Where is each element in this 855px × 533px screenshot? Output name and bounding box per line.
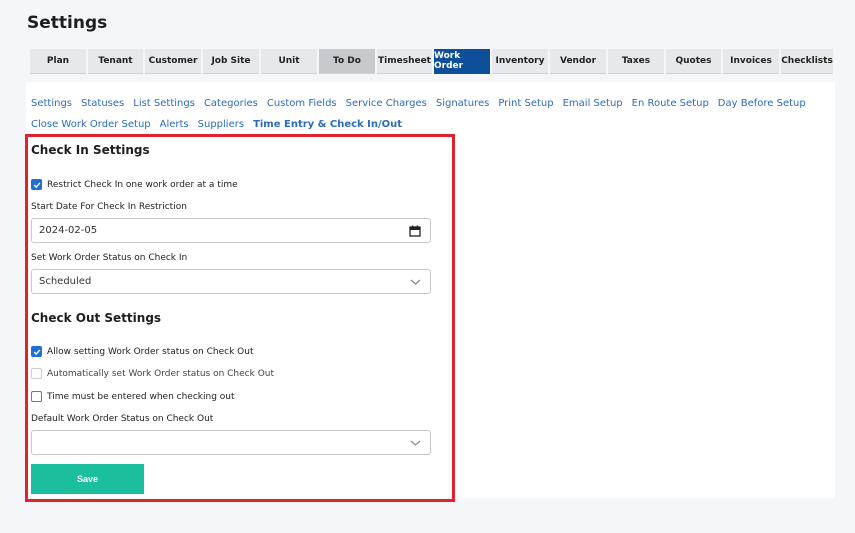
start-date-label: Start Date For Check In Restriction bbox=[31, 202, 187, 212]
main-tabs: Plan Tenant Customer Job Site Unit To Do… bbox=[30, 49, 833, 74]
subnav-settings[interactable]: Settings bbox=[31, 98, 72, 109]
tab-timesheet[interactable]: Timesheet bbox=[377, 49, 432, 74]
start-date-value: 2024-02-05 bbox=[39, 225, 98, 236]
allow-status-checkbox[interactable] bbox=[31, 346, 42, 357]
default-status-select[interactable] bbox=[31, 430, 431, 455]
subnav-signatures[interactable]: Signatures bbox=[436, 98, 489, 109]
subnav-day-before-setup[interactable]: Day Before Setup bbox=[718, 98, 806, 109]
subnav-en-route-setup[interactable]: En Route Setup bbox=[632, 98, 709, 109]
check-in-heading: Check In Settings bbox=[31, 143, 150, 157]
tab-plan[interactable]: Plan bbox=[30, 49, 86, 74]
subnav-suppliers[interactable]: Suppliers bbox=[198, 119, 244, 130]
tab-invoices[interactable]: Invoices bbox=[723, 49, 779, 74]
subnav-time-entry-check-in-out[interactable]: Time Entry & Check In/Out bbox=[253, 119, 402, 130]
page-title: Settings bbox=[27, 13, 108, 33]
tab-to-do[interactable]: To Do bbox=[319, 49, 375, 74]
tab-quotes[interactable]: Quotes bbox=[666, 49, 721, 74]
tab-inventory[interactable]: Inventory bbox=[492, 49, 548, 74]
calendar-icon[interactable] bbox=[409, 225, 421, 237]
subnav-close-work-order-setup[interactable]: Close Work Order Setup bbox=[31, 119, 151, 130]
subnav-alerts[interactable]: Alerts bbox=[160, 119, 189, 130]
check-in-status-label: Set Work Order Status on Check In bbox=[31, 253, 188, 263]
allow-status-label: Allow setting Work Order status on Check… bbox=[47, 346, 254, 357]
check-out-heading: Check Out Settings bbox=[31, 311, 162, 325]
subnav-print-setup[interactable]: Print Setup bbox=[498, 98, 553, 109]
allow-status-row: Allow setting Work Order status on Check… bbox=[31, 346, 254, 357]
subnav-service-charges[interactable]: Service Charges bbox=[346, 98, 427, 109]
tab-checklists[interactable]: Checklists bbox=[781, 49, 833, 74]
chevron-down-icon bbox=[410, 279, 421, 285]
check-in-status-select[interactable]: Scheduled bbox=[31, 269, 431, 294]
subnav-email-setup[interactable]: Email Setup bbox=[563, 98, 623, 109]
tab-job-site[interactable]: Job Site bbox=[203, 49, 259, 74]
time-required-checkbox[interactable] bbox=[31, 391, 42, 402]
save-button[interactable]: Save bbox=[31, 464, 144, 494]
sub-navigation: Settings Statuses List Settings Categories C… bbox=[31, 93, 821, 135]
subnav-list-settings[interactable]: List Settings bbox=[133, 98, 195, 109]
restrict-check-in-label: Restrict Check In one work order at a ti… bbox=[47, 179, 238, 190]
restrict-check-in-row: Restrict Check In one work order at a ti… bbox=[31, 179, 238, 190]
chevron-down-icon bbox=[410, 440, 421, 446]
start-date-input[interactable]: 2024-02-05 bbox=[31, 218, 431, 243]
checkmark-icon bbox=[33, 181, 40, 188]
auto-status-label: Automatically set Work Order status on C… bbox=[47, 368, 275, 379]
time-required-label: Time must be entered when checking out bbox=[47, 391, 235, 402]
subnav-custom-fields[interactable]: Custom Fields bbox=[267, 98, 337, 109]
check-in-status-value: Scheduled bbox=[39, 276, 92, 287]
tab-work-order[interactable]: Work Order bbox=[434, 49, 490, 74]
restrict-check-in-checkbox[interactable] bbox=[31, 179, 42, 190]
tab-tenant[interactable]: Tenant bbox=[88, 49, 143, 74]
tab-vendor[interactable]: Vendor bbox=[550, 49, 606, 74]
tab-unit[interactable]: Unit bbox=[261, 49, 317, 74]
auto-status-checkbox[interactable] bbox=[31, 368, 42, 379]
default-status-label: Default Work Order Status on Check Out bbox=[31, 414, 214, 424]
checkmark-icon bbox=[33, 348, 40, 355]
auto-status-row: Automatically set Work Order status on C… bbox=[31, 368, 274, 379]
time-required-row: Time must be entered when checking out bbox=[31, 391, 235, 402]
tab-taxes[interactable]: Taxes bbox=[608, 49, 664, 74]
tab-customer[interactable]: Customer bbox=[145, 49, 201, 74]
subnav-statuses[interactable]: Statuses bbox=[81, 98, 124, 109]
subnav-categories[interactable]: Categories bbox=[204, 98, 258, 109]
